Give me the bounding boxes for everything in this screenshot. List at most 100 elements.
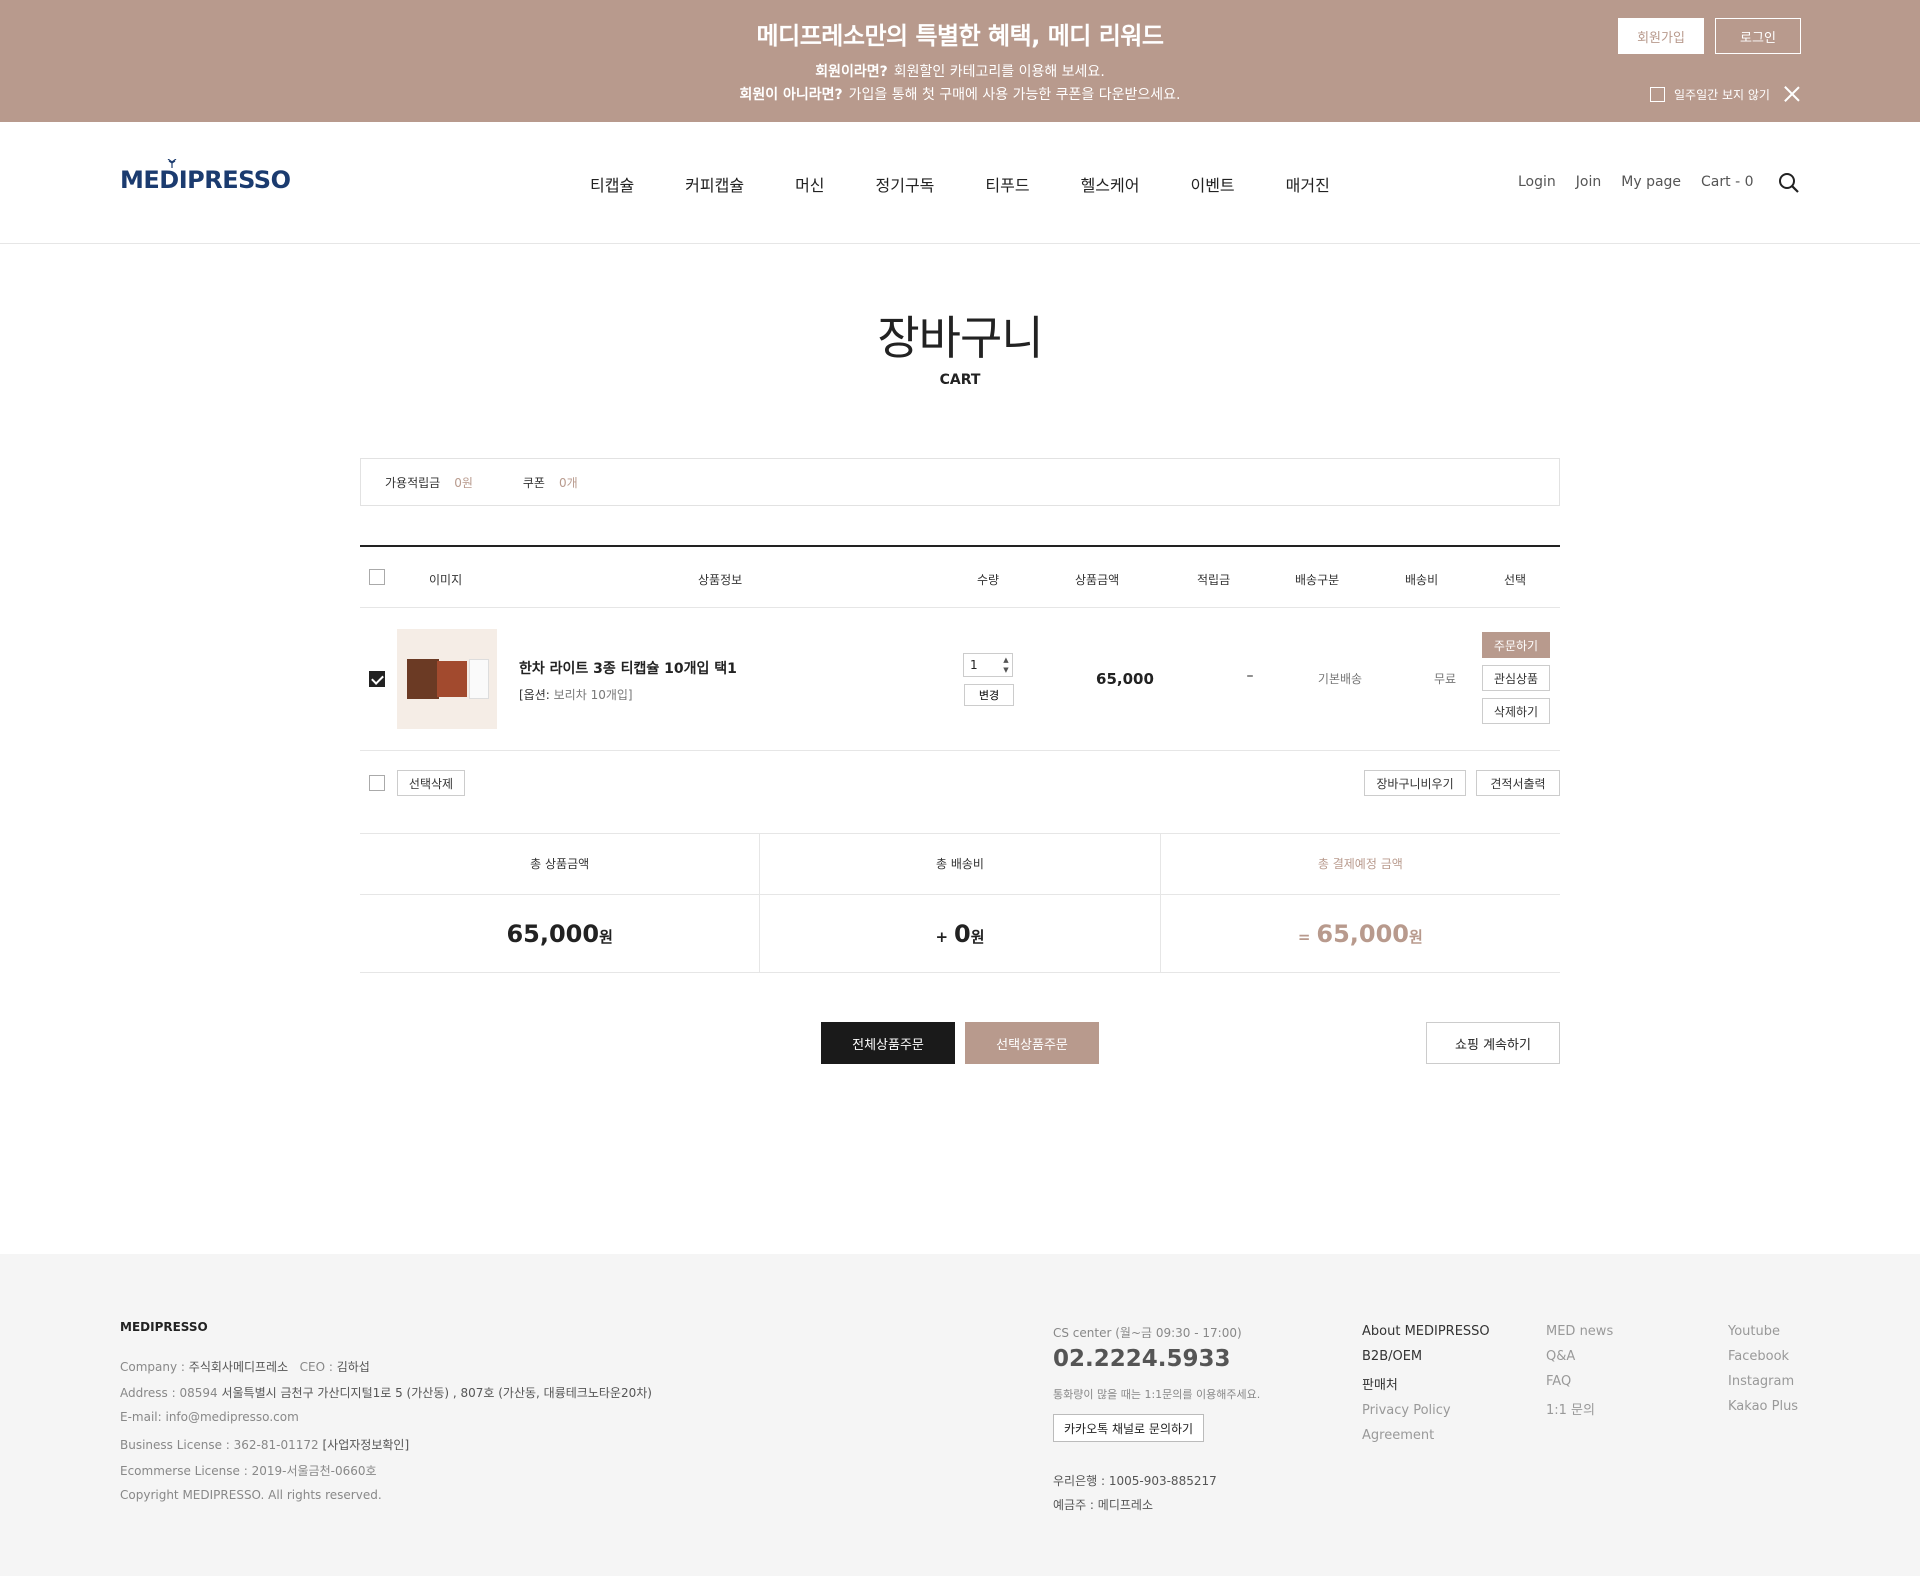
header-image: 이미지 [429, 573, 463, 587]
item-checkbox[interactable] [369, 671, 385, 687]
order-all-button[interactable]: 전체상품주문 [821, 1022, 955, 1064]
continue-shopping-button[interactable]: 쇼핑 계속하기 [1426, 1022, 1560, 1064]
select-all-checkbox[interactable] [369, 569, 385, 585]
footer-company: Company : 주식회사메디프레소 CEO : 김하섭 [120, 1358, 370, 1375]
nav-item-machine[interactable]: 머신 [795, 172, 824, 196]
product-thumbnail[interactable] [397, 629, 497, 729]
promo-line-member: 회원이라면? 회원할인 카테고리를 이용해 보세요. [0, 61, 1920, 81]
total-shipping-label: 총 배송비 [760, 834, 1160, 895]
total-shipping-amount: 0 [954, 920, 971, 948]
promo-login-button[interactable]: 로그인 [1715, 18, 1801, 54]
item-price: 65,000 [1096, 670, 1154, 688]
nav-item-tea-food[interactable]: 티푸드 [985, 172, 1029, 196]
util-join-link[interactable]: Join [1576, 174, 1601, 190]
ceo-name: 김하섭 [336, 1360, 370, 1374]
total-payment-value: = 65,000원 [1161, 895, 1560, 976]
biz-info-link[interactable]: [사업자정보확인] [322, 1438, 409, 1452]
nav-item-event[interactable]: 이벤트 [1190, 172, 1234, 196]
site-header: MEDIPRESSO 티캡슐 커피캡슐 머신 정기구독 티푸드 헬스케어 이벤트… [0, 122, 1920, 244]
footer-link-privacy[interactable]: Privacy Policy [1362, 1403, 1490, 1418]
promo-member-label: 회원이라면? [815, 64, 888, 80]
nav-item-healthcare[interactable]: 헬스케어 [1081, 172, 1140, 196]
util-nav: Login Join My page Cart - 0 [1518, 174, 1774, 190]
nav-item-subscription[interactable]: 정기구독 [876, 172, 935, 196]
qty-down-icon[interactable]: ▼ [1000, 665, 1012, 675]
promo-member-text: 회원할인 카테고리를 이용해 보세요. [893, 64, 1105, 80]
close-icon[interactable] [1784, 86, 1800, 102]
site-logo[interactable]: MEDIPRESSO [120, 159, 291, 194]
order-selected-button[interactable]: 선택상품주문 [965, 1022, 1099, 1064]
account-holder: 예금주 : 메디프레소 [1053, 1498, 1153, 1512]
order-totals: 총 상품금액 65,000원 총 배송비 +0원 총 결제예정 금액 = 65,0… [360, 833, 1560, 973]
biz-license-text: Business License : 362-81-01172 [120, 1438, 319, 1452]
footer-biz-license: Business License : 362-81-01172 [사업자정보확인… [120, 1436, 409, 1453]
total-payment-amount: 65,000 [1316, 920, 1410, 948]
thumb-pack-3 [469, 659, 489, 699]
cart-table: 이미지 상품정보 수량 상품금액 적립금 배송구분 배송비 선택 한차 라이트 … [360, 545, 1560, 813]
util-mypage-link[interactable]: My page [1621, 174, 1681, 190]
company-name: 주식회사메디프레소 [188, 1360, 289, 1374]
table-header: 이미지 상품정보 수량 상품금액 적립금 배송구분 배송비 선택 [360, 547, 1560, 608]
equals-operator: = [1297, 928, 1311, 946]
delete-selected-button[interactable]: 선택삭제 [397, 770, 465, 796]
address-label: Address : 08594 [120, 1386, 218, 1400]
address-text: 서울특별시 금천구 가산디지털1로 5 (가산동) , 807호 (가산동, 대… [221, 1386, 652, 1400]
kakao-channel-button[interactable]: 카카오톡 채널로 문의하기 [1053, 1414, 1205, 1442]
footer-link-youtube[interactable]: Youtube [1728, 1324, 1798, 1339]
nav-item-tea-capsule[interactable]: 티캡슐 [590, 172, 634, 196]
currency-unit: 원 [970, 928, 985, 946]
item-mileage: – [1246, 668, 1254, 684]
footer-link-facebook[interactable]: Facebook [1728, 1349, 1798, 1364]
footer-copyright: Copyright MEDIPRESSO. All rights reserve… [120, 1488, 382, 1502]
hide-week-toggle[interactable]: 일주일간 보지 않기 [1650, 86, 1770, 103]
bank-account: 우리은행 : 1005-903-885217 [1053, 1474, 1217, 1488]
nav-item-magazine[interactable]: 매거진 [1286, 172, 1330, 196]
currency-unit: 원 [599, 928, 613, 946]
thumb-pack-2 [437, 661, 467, 697]
promo-join-button[interactable]: 회원가입 [1618, 18, 1704, 54]
util-cart-link[interactable]: Cart - 0 [1701, 174, 1753, 190]
order-item-button[interactable]: 주문하기 [1482, 632, 1550, 658]
nav-item-coffee-capsule[interactable]: 커피캡슐 [685, 172, 744, 196]
footer-link-qna[interactable]: Q&A [1546, 1349, 1613, 1364]
footer-link-kakao[interactable]: Kakao Plus [1728, 1399, 1798, 1414]
cs-note: 통화량이 많을 때는 1:1문의를 이용해주세요. [1053, 1388, 1261, 1401]
util-login-link[interactable]: Login [1518, 174, 1556, 190]
delete-item-button[interactable]: 삭제하기 [1482, 698, 1550, 724]
mileage-value: 0원 [454, 475, 473, 490]
product-name[interactable]: 한차 라이트 3종 티캡슐 10개입 택1 [519, 658, 737, 678]
hide-week-checkbox[interactable] [1650, 87, 1665, 102]
wishlist-button[interactable]: 관심상품 [1482, 665, 1550, 691]
select-all-bottom-checkbox[interactable] [369, 775, 385, 791]
item-ship-fee: 무료 [1433, 672, 1457, 686]
cs-phone: 02.2224.5933 [1053, 1346, 1231, 1372]
footer-link-inquiry[interactable]: 1:1 문의 [1546, 1399, 1613, 1418]
footer-link-faq[interactable]: FAQ [1546, 1374, 1613, 1389]
footer-email: E-mail: info@medipresso.com [120, 1410, 299, 1424]
header-select: 선택 [1504, 573, 1527, 587]
footer-link-about[interactable]: About MEDIPRESSO [1362, 1324, 1490, 1339]
ceo-label: CEO : [299, 1360, 333, 1374]
total-product-amount: 65,000 [506, 920, 600, 948]
footer-link-instagram[interactable]: Instagram [1728, 1374, 1798, 1389]
total-product-label: 총 상품금액 [360, 834, 760, 895]
footer-link-news[interactable]: MED news [1546, 1324, 1613, 1339]
promo-nonmember-text: 가입을 통해 첫 구매에 사용 가능한 쿠폰을 다운받으세요. [848, 87, 1181, 103]
hide-week-label: 일주일간 보지 않기 [1674, 88, 1770, 102]
total-product-value: 65,000원 [360, 895, 759, 976]
header-price: 상품금액 [1075, 573, 1120, 587]
footer-ecom-license: Ecommerse License : 2019-서울금천-0660호 [120, 1464, 377, 1478]
qty-change-button[interactable]: 변경 [964, 684, 1014, 706]
currency-unit: 원 [1409, 928, 1423, 946]
print-quote-button[interactable]: 견적서출력 [1476, 770, 1560, 796]
empty-cart-button[interactable]: 장바구니비우기 [1364, 770, 1466, 796]
company-label: Company : [120, 1360, 185, 1374]
footer-link-agreement[interactable]: Agreement [1362, 1428, 1490, 1443]
footer-brand: MEDIPRESSO [120, 1320, 208, 1334]
footer-link-stores[interactable]: 판매처 [1362, 1374, 1490, 1393]
qty-up-icon[interactable]: ▲ [1000, 655, 1012, 665]
footer-link-b2b[interactable]: B2B/OEM [1362, 1349, 1490, 1364]
search-icon[interactable] [1778, 172, 1800, 194]
mileage-label: 가용적립금 [385, 475, 441, 490]
header-ship-fee: 배송비 [1405, 573, 1439, 587]
